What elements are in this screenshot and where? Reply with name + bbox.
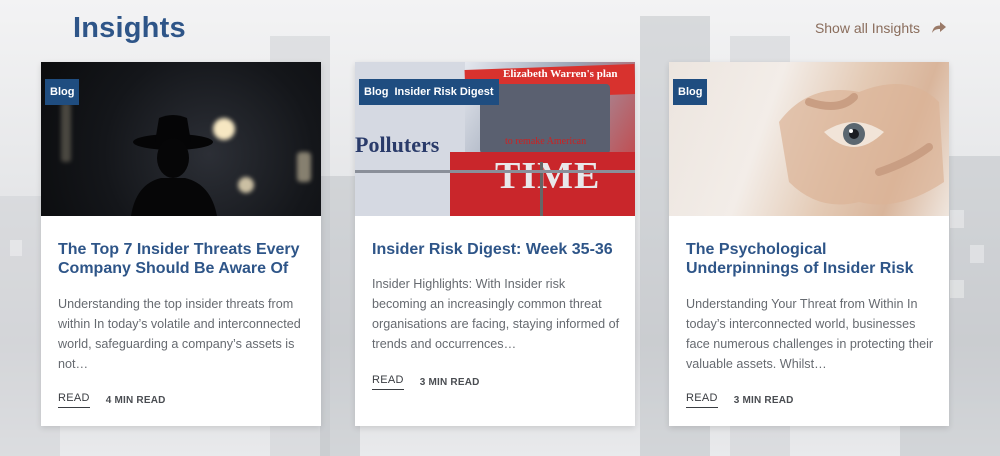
insight-card[interactable]: Blog The Top 7 Insider Threats Every Com… [41,62,321,426]
show-all-insights-link[interactable]: Show all Insights [815,20,946,36]
tag-blog[interactable]: Blog [359,79,394,105]
card-excerpt: Understanding the top insider threats fr… [58,297,301,371]
card-image-silhouette[interactable]: Blog [41,62,321,216]
share-arrow-icon [932,22,946,34]
card-title[interactable]: Insider Risk Digest: Week 35-36 [372,240,619,259]
card-title[interactable]: The Psychological Underpinnings of Insid… [686,240,933,278]
tag-blog[interactable]: Blog [673,79,708,105]
magazine-headline: Polluters [355,132,440,157]
insight-card[interactable]: Blog The Psychological Underpinnings of … [669,62,949,426]
tag-insider-risk-digest[interactable]: Insider Risk Digest [393,79,499,105]
read-link[interactable]: READ [58,392,90,408]
read-link[interactable]: READ [372,374,404,390]
card-excerpt: Insider Highlights: With Insider risk be… [372,277,620,351]
section-title: Insights [73,12,186,44]
insight-card[interactable]: Elizabeth Warren's plan Polluters to rem… [355,62,635,426]
magazine-headline: to remake American [505,136,587,147]
card-image-eye[interactable]: Blog [669,62,949,216]
show-all-label: Show all Insights [814,20,920,36]
magazine-headline: Elizabeth Warren's plan [503,68,618,80]
read-time: 4 MIN READ [105,394,166,406]
card-title[interactable]: The Top 7 Insider Threats Every Company … [58,240,305,278]
hands-framing-eye [779,84,944,205]
card-image-magazines[interactable]: Elizabeth Warren's plan Polluters to rem… [355,62,635,216]
magazine-masthead: TIME [495,155,601,197]
read-time: 3 MIN READ [419,376,480,388]
hat-silhouette [131,115,217,216]
read-time: 3 MIN READ [733,394,794,406]
read-link[interactable]: READ [686,392,718,408]
card-excerpt: Understanding Your Threat from Within In… [686,297,934,371]
tag-blog[interactable]: Blog [45,79,80,105]
